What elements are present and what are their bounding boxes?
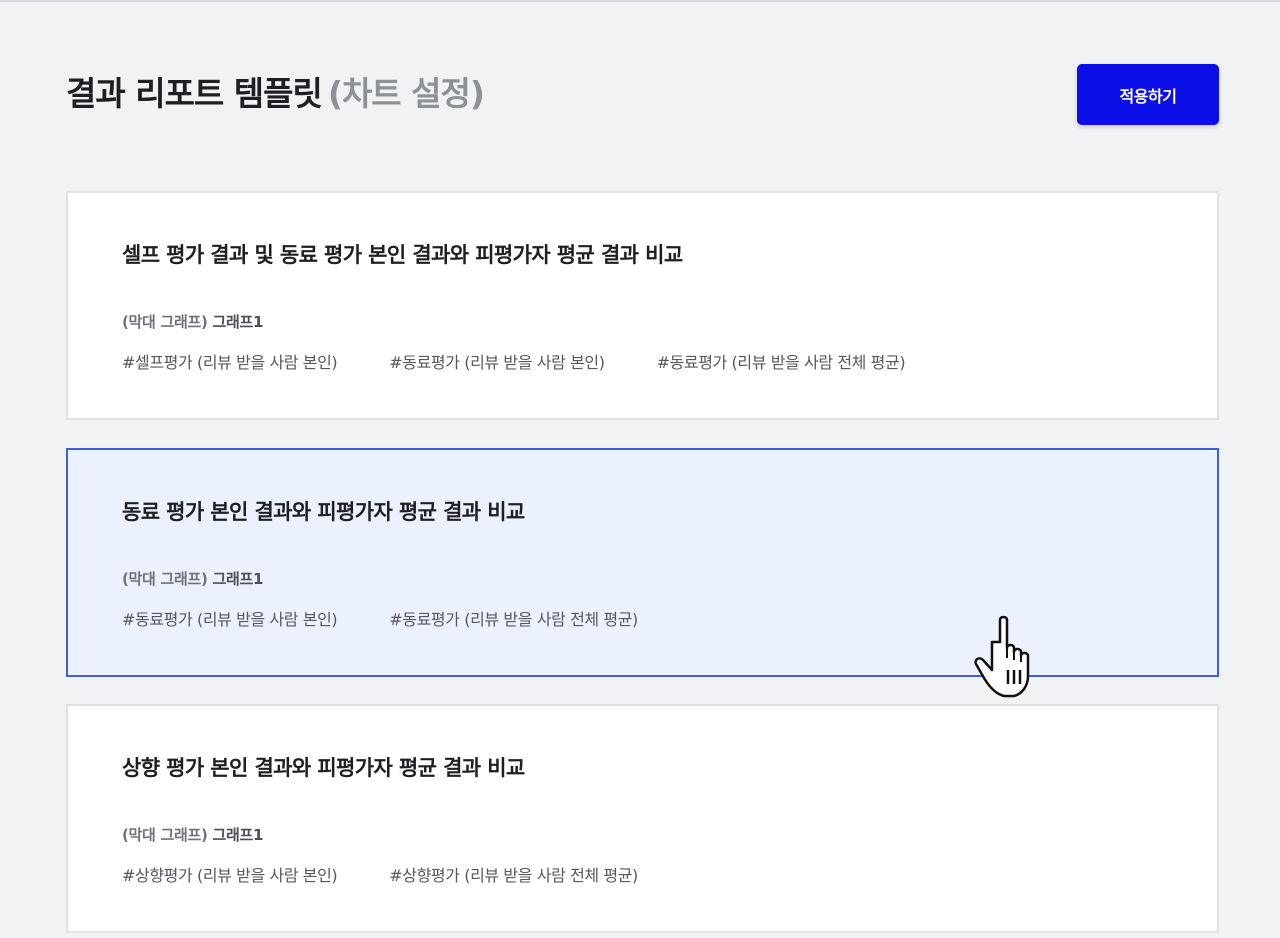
card-tags: #동료평가 (리뷰 받을 사람 본인) #동료평가 (리뷰 받을 사람 전체 평균… [122, 606, 690, 630]
card-title: 상향 평가 본인 결과와 피평가자 평균 결과 비교 [122, 756, 525, 780]
tag: #셀프평가 (리뷰 받을 사람 본인) [122, 353, 338, 372]
template-card-3[interactable]: 상향 평가 본인 결과와 피평가자 평균 결과 비교 (막대 그래프) 그래프1… [66, 704, 1219, 933]
chart-type-label: (막대 그래프) [122, 826, 208, 844]
tag: #상향평가 (리뷰 받을 사람 전체 평균) [389, 866, 638, 885]
card-title: 셀프 평가 결과 및 동료 평가 본인 결과와 피평가자 평균 결과 비교 [122, 243, 683, 267]
card-tags: #셀프평가 (리뷰 받을 사람 본인) #동료평가 (리뷰 받을 사람 본인) #동… [122, 349, 957, 373]
top-divider [0, 0, 1280, 2]
page-title-subtitle: (차트 설정) [327, 74, 485, 113]
card-chart-type: (막대 그래프) 그래프1 [122, 824, 263, 845]
page-header: 결과 리포트 템플릿 (차트 설정) 적용하기 [66, 64, 1219, 126]
graph-name: 그래프1 [212, 826, 264, 844]
card-chart-type: (막대 그래프) 그래프1 [122, 311, 263, 332]
graph-name: 그래프1 [212, 313, 264, 331]
tag: #동료평가 (리뷰 받을 사람 전체 평균) [656, 353, 906, 372]
tag: #상향평가 (리뷰 받을 사람 본인) [122, 866, 338, 885]
template-card-2[interactable]: 동료 평가 본인 결과와 피평가자 평균 결과 비교 (막대 그래프) 그래프1… [66, 448, 1219, 677]
card-tags: #상향평가 (리뷰 받을 사람 본인) #상향평가 (리뷰 받을 사람 전체 평균… [122, 862, 690, 886]
template-card-1[interactable]: 셀프 평가 결과 및 동료 평가 본인 결과와 피평가자 평균 결과 비교 (막… [66, 191, 1219, 420]
tag: #동료평가 (리뷰 받을 사람 본인) [122, 610, 338, 629]
card-title: 동료 평가 본인 결과와 피평가자 평균 결과 비교 [122, 500, 525, 524]
chart-type-label: (막대 그래프) [122, 313, 208, 331]
apply-button[interactable]: 적용하기 [1077, 64, 1219, 125]
tag: #동료평가 (리뷰 받을 사람 전체 평균) [389, 610, 638, 629]
page-title: 결과 리포트 템플릿 (차트 설정) [66, 72, 485, 116]
graph-name: 그래프1 [212, 570, 264, 588]
tag: #동료평가 (리뷰 받을 사람 본인) [389, 353, 605, 372]
page-title-main: 결과 리포트 템플릿 [66, 74, 323, 113]
card-chart-type: (막대 그래프) 그래프1 [122, 568, 263, 589]
chart-type-label: (막대 그래프) [122, 570, 208, 588]
